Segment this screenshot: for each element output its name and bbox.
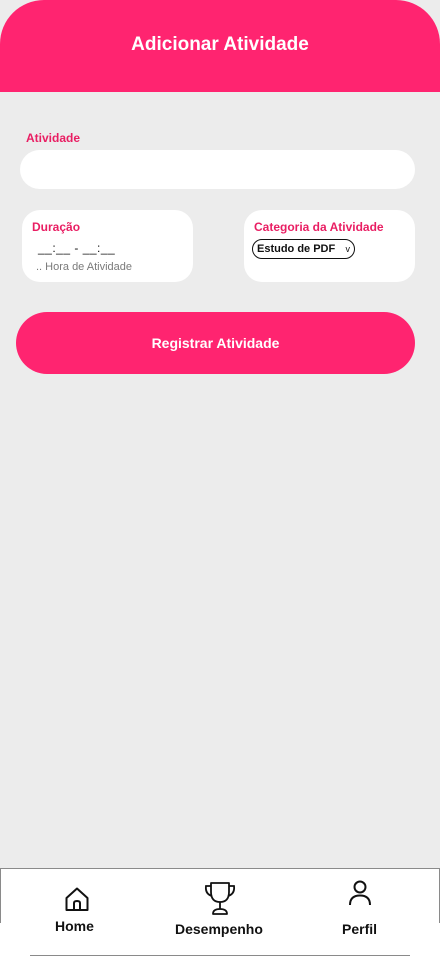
nav-item-desempenho[interactable]: Desempenho xyxy=(170,869,270,949)
chevron-down-icon: v xyxy=(345,244,351,254)
home-icon xyxy=(65,887,89,911)
nav-label-home: Home xyxy=(55,918,94,934)
categoria-label: Categoria da Atividade xyxy=(254,220,384,234)
duracao-card[interactable]: Duração __:__ - __:__ .. Hora de Ativida… xyxy=(22,210,193,282)
categoria-select[interactable]: Estudo de PDF v xyxy=(252,239,355,259)
bottom-nav: Home Desempenho Perfil xyxy=(0,868,440,956)
duracao-label: Duração xyxy=(32,220,81,234)
page-title: Adicionar Atividade xyxy=(131,34,309,55)
nav-label-perfil: Perfil xyxy=(342,921,378,937)
categoria-selected-value: Estudo de PDF xyxy=(257,243,336,255)
trophy-icon xyxy=(204,882,236,915)
registrar-atividade-button[interactable]: Registrar Atividade xyxy=(16,312,415,374)
nav-item-perfil[interactable]: Perfil xyxy=(330,869,390,949)
nav-divider xyxy=(0,869,1,923)
duracao-time-input[interactable]: __:__ - __:__ xyxy=(38,241,115,255)
duracao-hint: .. Hora de Atividade xyxy=(36,261,133,273)
categoria-card: Categoria da Atividade Estudo de PDF v xyxy=(244,210,415,282)
user-icon xyxy=(349,880,371,906)
nav-item-home[interactable]: Home xyxy=(40,869,112,949)
app-header: Adicionar Atividade xyxy=(0,0,440,92)
atividade-label: Atividade xyxy=(26,131,81,145)
nav-label-desempenho: Desempenho xyxy=(175,921,263,937)
atividade-input[interactable] xyxy=(20,150,415,189)
